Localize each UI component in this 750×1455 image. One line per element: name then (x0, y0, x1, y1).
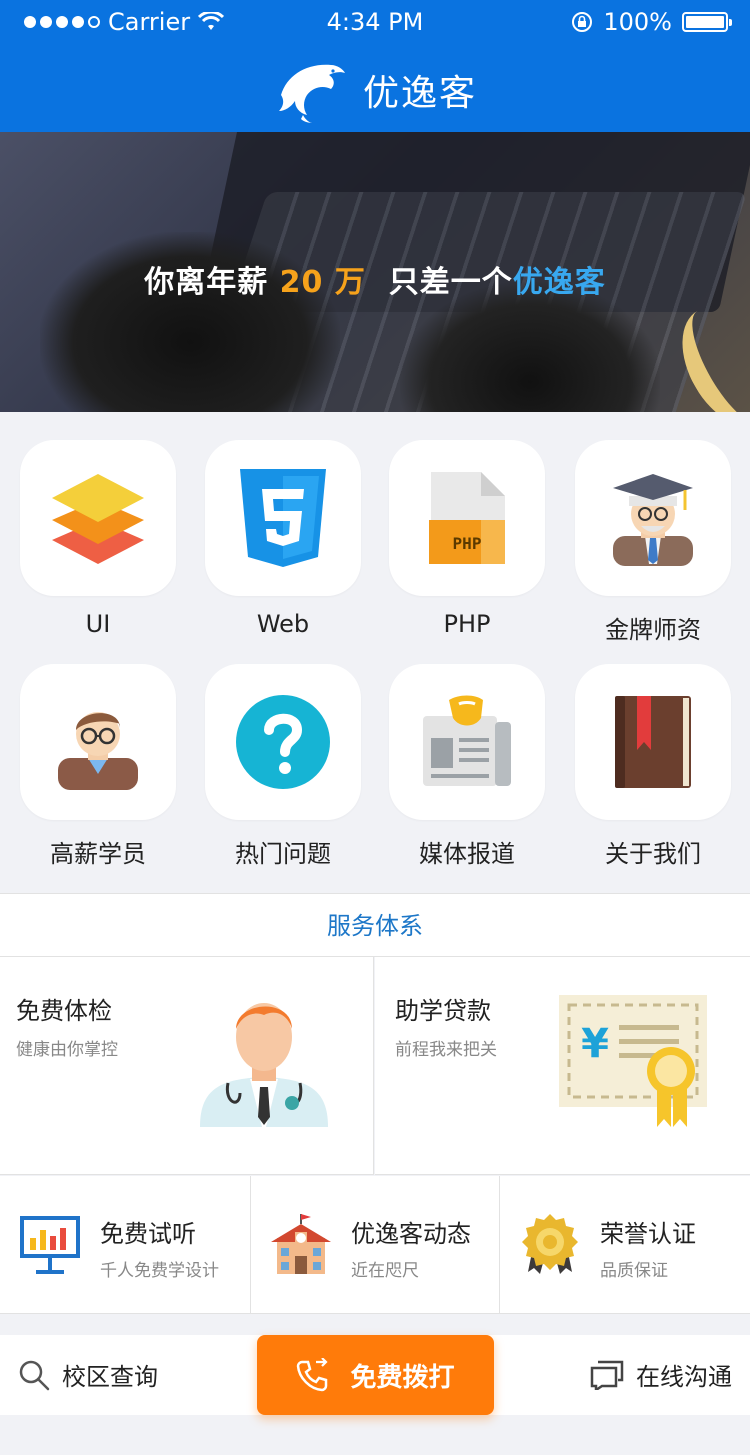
certificate-icon: ¥ (559, 995, 707, 1127)
service-news[interactable]: 优逸客动态 近在咫尺 (250, 1176, 500, 1314)
service-title: 免费体检 (16, 997, 112, 1025)
grid-label: 关于我们 (605, 840, 701, 868)
phone-call-icon (297, 1358, 329, 1392)
grid-item-students[interactable]: 高薪学员 (20, 664, 176, 869)
search-icon (19, 1360, 50, 1390)
grid-label: 热门问题 (235, 840, 331, 868)
grid-item-ui[interactable]: UI (20, 440, 176, 638)
grid-label: 高薪学员 (50, 840, 146, 868)
newspaper-icon (423, 695, 511, 786)
question-icon (236, 695, 330, 789)
grid-label: 金牌师资 (605, 616, 701, 644)
dolphin-logo-icon (278, 64, 345, 123)
slogan-part1: 你离年薪 (144, 265, 280, 300)
online-chat-label: 在线沟通 (636, 1363, 732, 1391)
doctor-icon (200, 1003, 328, 1127)
svg-text:PHP: PHP (453, 534, 482, 553)
layers-icon (52, 474, 144, 564)
professor-icon (613, 474, 693, 566)
student-icon (58, 712, 138, 790)
nav-title: 优逸客 (0, 48, 750, 132)
free-call-button[interactable]: 免费拨打 (257, 1335, 494, 1415)
service-free-checkup[interactable]: 免费体检 健康由你掌控 (0, 957, 374, 1175)
free-call-label: 免费拨打 (350, 1362, 455, 1393)
book-icon (615, 696, 691, 788)
grid-item-about[interactable]: 关于我们 (575, 664, 731, 869)
service-title: 免费试听 (100, 1220, 196, 1248)
grid-label: 媒体报道 (419, 840, 515, 868)
campus-search-button[interactable]: 校区查询 (18, 1357, 158, 1392)
grid-item-web[interactable]: Web (205, 440, 361, 638)
online-chat-button[interactable]: 在线沟通 (590, 1357, 732, 1392)
service-subtitle: 前程我来把关 (395, 1040, 497, 1060)
school-icon (271, 1214, 331, 1274)
services-header: 服务体系 (0, 893, 750, 957)
slogan-brand: 优逸客 (512, 265, 606, 300)
service-subtitle: 千人免费学设计 (100, 1261, 219, 1281)
app-title: 优逸客 (362, 73, 477, 114)
html5-icon (240, 469, 326, 567)
medal-icon (522, 1214, 578, 1274)
grid-label: UI (85, 610, 111, 638)
grid-item-faq[interactable]: 热门问题 (205, 664, 361, 869)
top-bar: Carrier 4:34 PM 100% 优逸客 (0, 0, 750, 132)
svg-text:¥: ¥ (581, 1021, 609, 1067)
grid-item-php[interactable]: PHP PHP (389, 440, 545, 638)
presentation-icon (20, 1216, 80, 1274)
hero-banner[interactable]: 你离年薪 20 万 只差一个优逸客 (0, 132, 750, 412)
battery-percent: 100% (603, 8, 672, 36)
rotation-lock-icon (572, 12, 593, 32)
service-title: 助学贷款 (395, 997, 491, 1025)
grid-item-teachers[interactable]: 金牌师资 (575, 440, 731, 645)
grid-item-media[interactable]: 媒体报道 (389, 664, 545, 869)
php-file-icon: PHP (429, 472, 505, 564)
status-bar: Carrier 4:34 PM 100% (0, 0, 750, 44)
service-subtitle: 健康由你掌控 (16, 1040, 118, 1060)
service-subtitle: 近在咫尺 (351, 1261, 419, 1281)
service-honor[interactable]: 荣誉认证 品质保证 (500, 1176, 750, 1314)
service-title: 荣誉认证 (600, 1220, 696, 1248)
banner-slogan: 你离年薪 20 万 只差一个优逸客 (0, 257, 750, 301)
service-title: 优逸客动态 (351, 1220, 471, 1248)
slogan-salary: 20 万 (279, 265, 366, 300)
service-student-loan[interactable]: 助学贷款 前程我来把关 ¥ (375, 957, 750, 1175)
service-free-trial[interactable]: 免费试听 千人免费学设计 (0, 1176, 250, 1314)
grid-label: Web (256, 610, 310, 638)
campus-search-label: 校区查询 (62, 1363, 158, 1391)
grid-label: PHP (443, 610, 491, 638)
slogan-part2: 只差一个 (365, 265, 513, 300)
service-subtitle: 品质保证 (600, 1261, 668, 1281)
chat-icon (590, 1360, 624, 1390)
battery-icon (682, 12, 732, 32)
status-right: 100% (571, 8, 732, 36)
